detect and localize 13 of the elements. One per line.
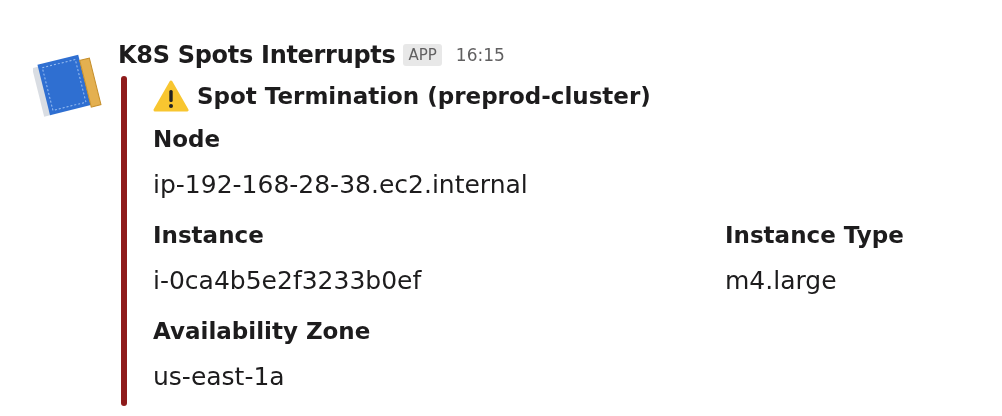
field-value: i-0ca4b5e2f3233b0ef: [153, 265, 423, 297]
warning-icon: [153, 80, 189, 112]
field-label: Availability Zone: [153, 317, 372, 346]
field-value: us-east-1a: [153, 361, 286, 393]
timestamp[interactable]: 16:15: [455, 45, 505, 65]
field-label: Instance Type: [725, 221, 905, 250]
sender-name[interactable]: K8S Spots Interrupts: [118, 41, 396, 69]
field-label: Node: [153, 125, 222, 154]
field-value: ip-192-168-28-38.ec2.internal: [153, 169, 529, 201]
app-badge: APP: [403, 44, 442, 66]
field-value: m4.large: [725, 265, 838, 297]
attachment-title: Spot Termination (preprod-cluster): [197, 83, 651, 109]
field-label: Instance: [153, 221, 265, 250]
